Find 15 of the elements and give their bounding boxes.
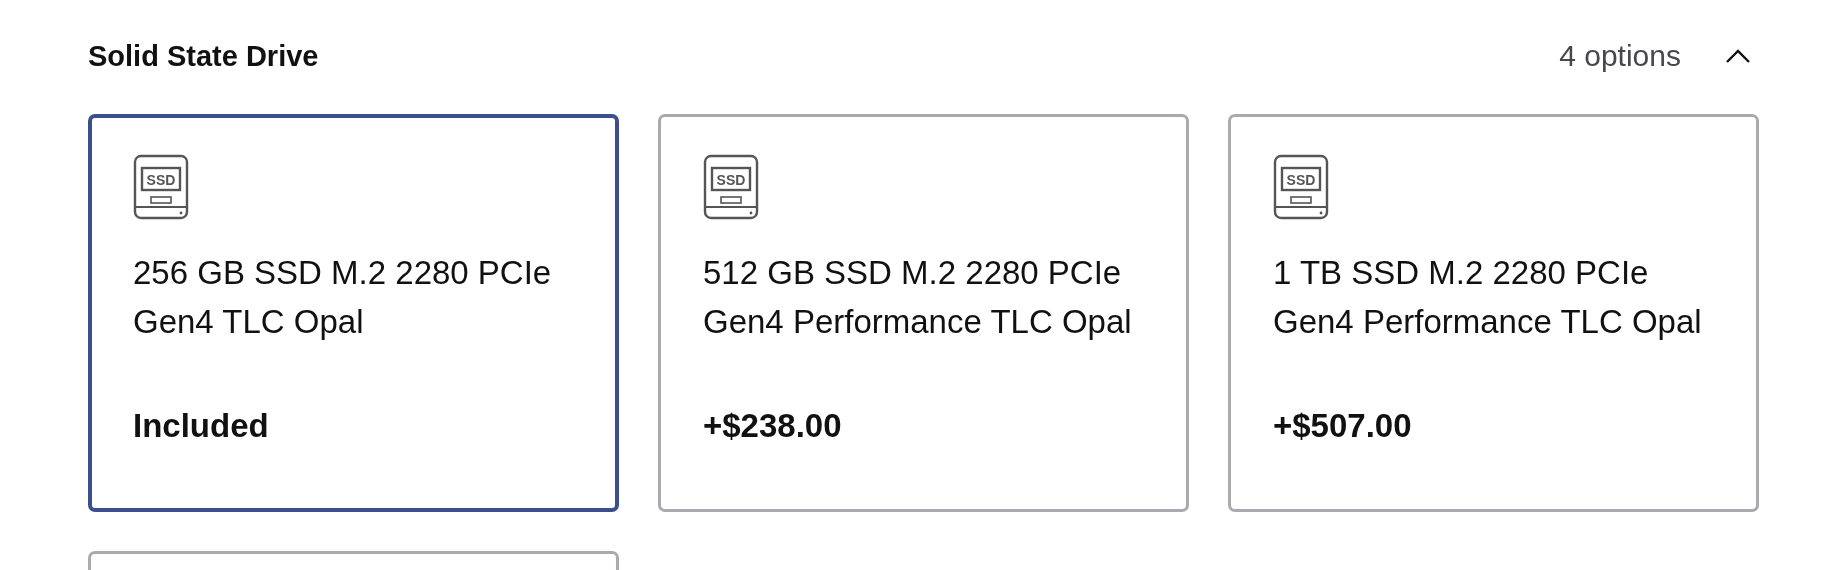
option-name: 256 GB SSD M.2 2280 PCIe Gen4 TLC Opal [133, 253, 553, 342]
option-card[interactable]: SSD 256 GB SSD M.2 2280 PCIe Gen4 TLC Opal Included [88, 114, 619, 512]
ssd-icon: SSD [1273, 154, 1329, 220]
option-price: +$238.00 [703, 407, 843, 445]
option-count: 4 options [1559, 39, 1681, 73]
ssd-icon: SSD [133, 154, 189, 220]
option-price: Included [133, 407, 270, 445]
option-name: 512 GB SSD M.2 2280 PCIe Gen4 Performance TLC Opal [703, 253, 1133, 342]
option-price: +$507.00 [1273, 407, 1413, 445]
collapse-chevron-icon[interactable] [1725, 48, 1751, 64]
section-title: Solid State Drive [88, 39, 320, 73]
option-card[interactable]: SSD 1 TB SSD M.2 2280 PCIe Gen4 Performance TLC Opal +$507.00 [1228, 114, 1759, 512]
ssd-icon: SSD [703, 154, 759, 220]
option-name: 1 TB SSD M.2 2280 PCIe Gen4 Performance TLC Opal [1273, 253, 1703, 342]
option-card[interactable]: SSD 512 GB SSD M.2 2280 PCIe Gen4 Performance TLC Opal +$238.00 [658, 114, 1189, 512]
